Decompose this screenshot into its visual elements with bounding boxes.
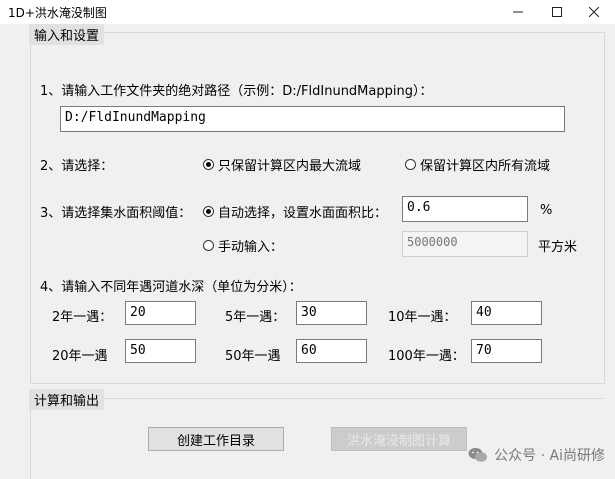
q4-label: 4、请输入不同年遇河道水深（单位为分米）： bbox=[40, 280, 302, 295]
watermark-text: 公众号 · Ai尚研修 bbox=[494, 448, 605, 464]
input-settings-title: 输入和设置 bbox=[29, 24, 105, 45]
compute-output-title: 计算和输出 bbox=[29, 389, 105, 410]
q3-label: 3、请选择集水面积阈值： bbox=[40, 206, 192, 221]
square-meter-unit: 平方米 bbox=[538, 240, 578, 255]
return-period-2-label: 2年一遇： bbox=[52, 310, 113, 325]
radio-all-basins-label: 保留计算区内所有流域 bbox=[420, 159, 551, 174]
wechat-icon bbox=[468, 448, 488, 462]
radio-max-basin-label: 只保留计算区内最大流域 bbox=[218, 159, 362, 174]
water-area-ratio-input[interactable]: 0.6 bbox=[402, 196, 528, 222]
flood-mapping-compute-button[interactable]: 洪水淹没制图计算 bbox=[331, 427, 467, 451]
depth-10yr-input[interactable]: 40 bbox=[471, 301, 542, 325]
return-period-10-label: 10年一遇： bbox=[388, 310, 457, 325]
close-icon bbox=[589, 7, 599, 17]
return-period-50-label: 50年一遇 bbox=[225, 349, 281, 364]
window-title: 1D+洪水淹没制图 bbox=[8, 6, 107, 20]
create-work-dir-button[interactable]: 创建工作目录 bbox=[148, 427, 284, 451]
return-period-100-label: 100年一遇： bbox=[388, 349, 465, 364]
compute-output-group bbox=[30, 398, 604, 479]
radio-dot-selected bbox=[203, 159, 214, 170]
q1-label: 1、请输入工作文件夹的绝对路径（示例：D:/FldInundMapping）： bbox=[40, 84, 433, 99]
maximize-icon bbox=[552, 7, 562, 17]
radio-max-basin[interactable]: 只保留计算区内最大流域 bbox=[203, 155, 361, 174]
area-threshold-input[interactable]: 5000000 bbox=[402, 231, 528, 257]
work-folder-path-input[interactable]: D:/FldInundMapping bbox=[60, 106, 565, 132]
q2-label: 2、请选择： bbox=[40, 159, 114, 174]
radio-all-basins[interactable]: 保留计算区内所有流域 bbox=[405, 155, 550, 174]
radio-dot bbox=[203, 240, 214, 251]
title-bar: 1D+洪水淹没制图 bbox=[0, 0, 615, 24]
percent-unit: % bbox=[540, 203, 553, 218]
depth-50yr-input[interactable]: 60 bbox=[296, 339, 367, 363]
radio-auto-select[interactable]: 自动选择，设置水面面积比： bbox=[203, 202, 387, 221]
radio-manual-input[interactable]: 手动输入： bbox=[203, 236, 283, 255]
close-button[interactable] bbox=[573, 0, 615, 24]
watermark: 公众号 · Ai尚研修 bbox=[468, 445, 605, 465]
radio-auto-label: 自动选择，设置水面面积比： bbox=[218, 206, 388, 221]
radio-manual-label: 手动输入： bbox=[218, 240, 284, 255]
minimize-icon bbox=[513, 11, 523, 13]
depth-5yr-input[interactable]: 30 bbox=[296, 301, 367, 325]
depth-2yr-input[interactable]: 20 bbox=[125, 301, 196, 325]
radio-dot bbox=[405, 159, 416, 170]
radio-dot-selected bbox=[203, 206, 214, 217]
depth-20yr-input[interactable]: 50 bbox=[125, 339, 196, 363]
return-period-5-label: 5年一遇： bbox=[225, 310, 286, 325]
return-period-20-label: 20年一遇 bbox=[52, 349, 108, 364]
depth-100yr-input[interactable]: 70 bbox=[471, 339, 542, 363]
